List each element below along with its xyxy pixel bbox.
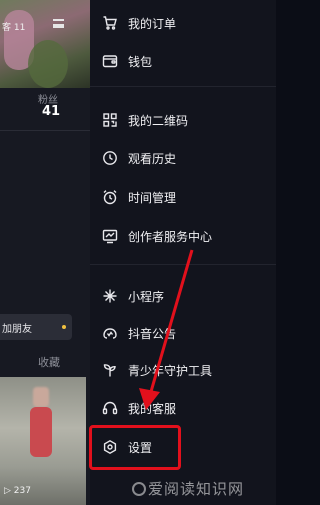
notification-dot xyxy=(62,325,66,329)
menu-item-label: 创作者服务中心 xyxy=(128,230,213,244)
menu-item-notice[interactable]: 抖音公告 xyxy=(90,318,276,348)
tab-collect[interactable]: 收藏 xyxy=(38,354,60,370)
cart-icon xyxy=(102,15,118,31)
menu-item-label: 观看历史 xyxy=(128,152,177,166)
hamburger-menu-icon[interactable] xyxy=(53,19,64,28)
menu-item-label: 小程序 xyxy=(128,290,165,304)
profile-page-background: 客 11 粉丝 41 加朋友 收藏 ▷ 237 xyxy=(0,0,90,505)
menu-item-watch-history[interactable]: 观看历史 xyxy=(90,143,276,173)
menu-item-label: 我的二维码 xyxy=(128,114,189,128)
menu-item-customer-service[interactable]: 我的客服 xyxy=(90,393,276,423)
menu-item-label: 我的客服 xyxy=(128,402,177,416)
menu-item-label: 青少年守护工具 xyxy=(128,364,213,378)
menu-item-creator-center[interactable]: 创作者服务中心 xyxy=(90,221,276,251)
sprout-icon xyxy=(102,362,118,378)
visitor-label: 客 11 xyxy=(2,23,26,33)
menu-item-label: 时间管理 xyxy=(128,191,177,205)
add-friend-label: 加朋友 xyxy=(2,324,32,335)
qrcode-icon xyxy=(102,112,118,128)
menu-item-label: 我的订单 xyxy=(128,17,177,31)
headset-icon xyxy=(102,400,118,416)
menu-item-label: 抖音公告 xyxy=(128,327,177,341)
creator-chart-icon xyxy=(102,228,118,244)
divider xyxy=(0,130,90,131)
notice-icon xyxy=(102,325,118,341)
profile-cover-photo xyxy=(0,0,90,88)
watermark-logo-icon xyxy=(132,482,146,496)
add-friend-button[interactable]: 加朋友 xyxy=(0,314,72,340)
menu-item-wallet[interactable]: 钱包 xyxy=(90,46,276,76)
fans-count: 41 xyxy=(42,104,61,119)
alarm-clock-icon xyxy=(102,189,118,205)
history-clock-icon xyxy=(102,150,118,166)
menu-item-mini-program[interactable]: 小程序 xyxy=(90,281,276,311)
menu-item-orders[interactable]: 我的订单 xyxy=(90,8,276,38)
menu-divider xyxy=(90,86,276,87)
settings-highlight-box xyxy=(89,425,181,470)
video-thumbnail[interactable]: ▷ 237 xyxy=(0,377,86,505)
watermark: 爱阅读知识网 xyxy=(132,478,244,499)
menu-item-time-management[interactable]: 时间管理 xyxy=(90,182,276,212)
wallet-icon xyxy=(102,53,118,69)
mini-program-icon xyxy=(102,288,118,304)
menu-item-qrcode[interactable]: 我的二维码 xyxy=(90,105,276,135)
play-count: ▷ 237 xyxy=(4,486,31,496)
menu-item-youth-protection[interactable]: 青少年守护工具 xyxy=(90,355,276,385)
menu-divider xyxy=(90,264,276,265)
menu-item-label: 钱包 xyxy=(128,55,153,69)
